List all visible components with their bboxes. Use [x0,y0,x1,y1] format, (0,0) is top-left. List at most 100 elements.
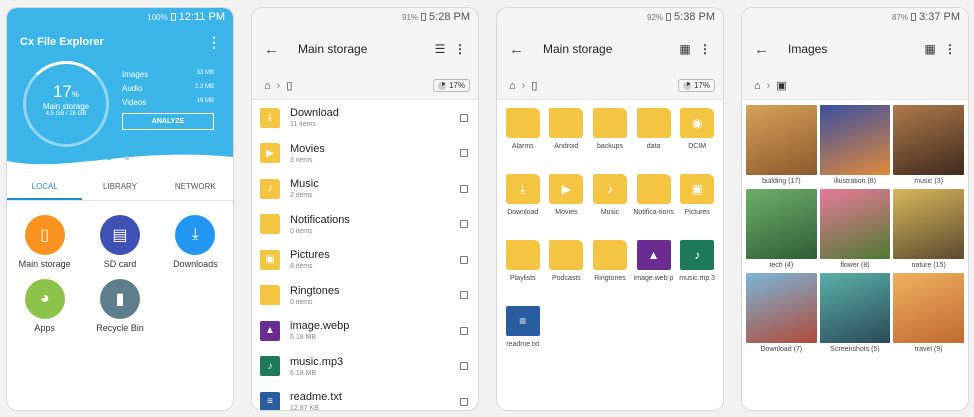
list-view-icon[interactable]: ☰ [430,42,450,56]
item-name: backups [596,143,624,150]
page-dot [107,156,111,160]
item-name: Podcasts [551,275,581,282]
back-arrow-icon[interactable]: ← [754,41,788,58]
chevron-right-icon: › [276,79,281,92]
storage-label: Main storage [42,102,90,111]
shortcut-phone[interactable]: ▯ Main storage [7,215,82,269]
item-name: image.web p [633,275,674,282]
item-meta: 6.18 MB [290,334,317,342]
item-meta: 8 items [290,263,313,271]
album-tile[interactable]: nature (15) [893,189,964,269]
album-thumbnail [893,105,964,175]
select-checkbox[interactable] [460,255,468,264]
select-checkbox[interactable] [460,149,468,158]
list-item[interactable]: ♪ Music 2 items [252,171,478,207]
phone-icon: ▯ [24,215,65,255]
grid-item[interactable]: ♪ music.mp 3 [675,240,719,298]
music-folder-icon: ♪ [260,178,280,199]
album-tile[interactable]: flower (8) [819,189,891,269]
shortcut-trash[interactable]: ▮ Recycle Bin [82,279,157,333]
more-options-icon[interactable]: ⋮ [450,42,470,56]
grid-item[interactable]: ⤓ Download [501,174,545,232]
album-tile[interactable]: Download (7) [746,273,817,353]
grid-item[interactable]: ≡ readme.txt [501,306,545,364]
storage-ring[interactable]: 17% Main storage 4.5 GB / 26 GB [23,61,109,147]
folder-icon [505,240,540,270]
select-checkbox[interactable] [460,397,468,406]
select-checkbox[interactable] [460,113,468,122]
battery-level: 100% [147,12,168,22]
list-item[interactable]: Ringtones 0 items [252,278,478,314]
phone-storage-icon[interactable]: ▯ [531,79,537,92]
album-tile[interactable]: building (17) [746,105,817,185]
album-thumbnail [746,105,817,175]
more-options-icon[interactable]: ⋮ [940,42,960,56]
stat-label: Videos [122,98,147,107]
storage-usage-badge[interactable]: 17% [432,79,470,92]
breadcrumb: ⌂ › ▯ 17% [497,72,723,100]
app-bar: ← Main storage ☰ ⋮ [252,26,478,72]
back-arrow-icon[interactable]: ← [509,41,543,58]
clock: 3:37 PM [919,11,960,23]
list-item[interactable]: ▶ Movies 3 items [252,136,478,172]
grid-item[interactable]: data [632,108,676,166]
storage-usage-badge[interactable]: 17% [677,79,715,92]
more-options-icon[interactable]: ⋮ [695,42,715,56]
select-checkbox[interactable] [460,362,468,371]
grid-view-icon[interactable]: ▦ [920,42,940,56]
album-tile[interactable]: Screenshots (5) [819,273,891,353]
phone-images-view: 87% 3:37 PM ← Images ▦ ⋮ ⌂ › ▣ building … [742,8,968,410]
tab-library[interactable]: LIBRARY [82,173,157,200]
grid-item[interactable]: Podcasts [545,240,589,298]
list-item[interactable]: ▲ image.webp 6.18 MB [252,313,478,349]
grid-item[interactable]: ♪ Music [588,174,632,232]
list-item[interactable]: ♪ music.mp3 6.18 MB [252,349,478,385]
more-options-icon[interactable]: ⋮ [207,34,221,51]
select-checkbox[interactable] [460,220,468,229]
album-tile[interactable]: travel (9) [893,273,964,353]
select-checkbox[interactable] [460,326,468,335]
grid-item[interactable]: Playlists [501,240,545,298]
grid-item[interactable]: ▣ Pictures [675,174,719,232]
list-item[interactable]: ⤓ Download 11 items [252,100,478,136]
select-checkbox[interactable] [460,184,468,193]
tab-network[interactable]: NETWORK [158,173,233,200]
analyze-button[interactable]: ANALYZE [122,113,214,130]
shortcut-android[interactable]: ◕ Apps [7,279,82,333]
grid-item[interactable]: Alarms [501,108,545,166]
home-icon[interactable]: ⌂ [509,80,516,92]
tab-local[interactable]: LOCAL [7,173,83,200]
home-icon[interactable]: ⌂ [754,80,761,92]
grid-item[interactable]: backups [588,108,632,166]
album-thumbnail [893,189,964,259]
storage-header: 100% 12:11 PM Cx File Explorer ⋮ 17% Mai… [7,8,233,173]
grid-item[interactable]: ◉ DCIM [675,108,719,166]
home-icon[interactable]: ⌂ [264,80,271,92]
list-item-text: Movies 3 items [290,143,460,164]
album-tile[interactable]: tech (4) [746,189,817,269]
storage-percent-sign: % [71,90,80,99]
shortcut-download[interactable]: ⤓ Downloads [158,215,233,269]
album-tile[interactable]: music (3) [893,105,964,185]
grid-item[interactable]: Android [545,108,589,166]
grid-item[interactable]: Notifica-tions [632,174,676,232]
grid-item[interactable]: ▶ Movies [545,174,589,232]
phone-storage-icon[interactable]: ▯ [286,79,292,92]
clock: 5:28 PM [429,11,470,23]
sd-card-icon: ▤ [99,215,140,255]
shortcut-sd-card[interactable]: ▤ SD card [82,215,157,269]
grid-view-icon[interactable]: ▦ [675,42,695,56]
android-icon: ◕ [24,279,65,319]
list-item[interactable]: ≡ readme.txt 12.87 KB [252,384,478,410]
album-tile[interactable]: illustration (8) [819,105,891,185]
image-folder-icon[interactable]: ▣ [776,79,786,92]
list-item[interactable]: Notifications 0 items [252,207,478,243]
list-item[interactable]: ▣ Pictures 8 items [252,242,478,278]
select-checkbox[interactable] [460,291,468,300]
grid-item[interactable]: Ringtones [588,240,632,298]
breadcrumb: ⌂ › ▯ 17% [252,72,478,100]
grid-item[interactable]: ▲ image.web p [632,240,676,298]
pictures-folder-icon: ▣ [680,174,715,204]
back-arrow-icon[interactable]: ← [264,41,298,58]
album-label: travel (9) [914,346,943,353]
